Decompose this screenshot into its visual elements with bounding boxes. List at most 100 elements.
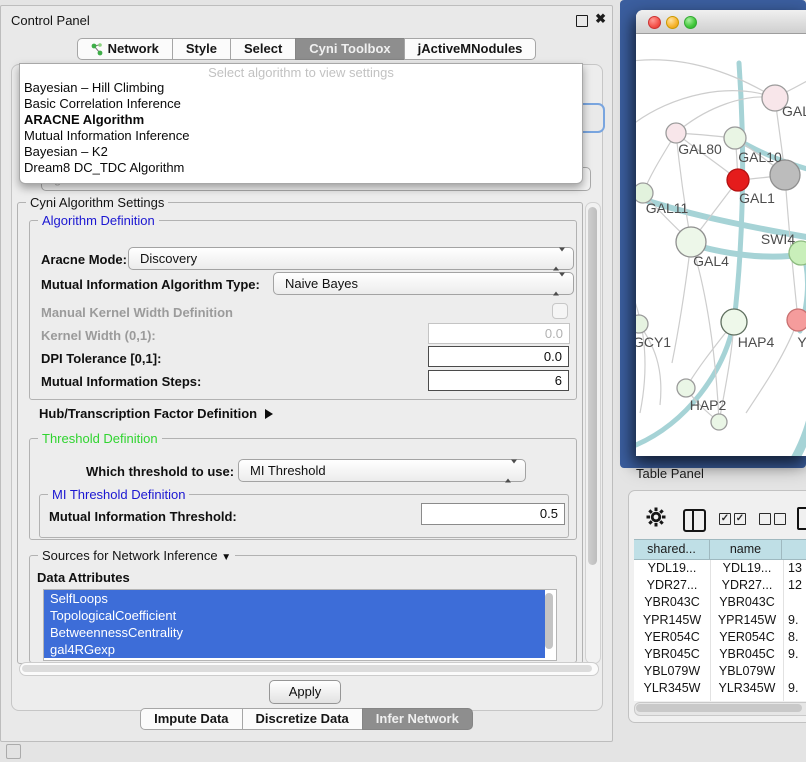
table-cell[interactable]: YER054C [634,629,711,646]
attribute-item-topologicalcoefficient[interactable]: TopologicalCoefficient [44,607,545,624]
table-cell[interactable]: YDR27... [711,577,784,594]
table-cell[interactable] [784,594,806,611]
collapsed-panel-icon[interactable] [6,744,21,759]
column-header-clipped[interactable] [781,539,806,560]
tab-select[interactable]: Select [230,38,296,60]
table-cell[interactable]: 12 [784,577,806,594]
which-threshold-combo[interactable]: MI Threshold [238,459,526,482]
mi-steps-field[interactable]: 6 [428,370,569,391]
dropdown-option-basic-correlation-inference[interactable]: Basic Correlation Inference [20,96,582,112]
settings-scrollbar[interactable] [585,202,601,664]
tab-jactivemnodules[interactable]: jActiveMNodules [404,38,537,60]
HAP4-node[interactable] [721,309,747,335]
float-panel-icon[interactable] [576,15,588,27]
close-panel-icon[interactable]: ✖ [595,11,606,27]
settings-scrollbar-thumb[interactable] [588,207,597,565]
GCY1-node[interactable] [636,315,648,333]
table-cell[interactable]: YBL079W [634,663,711,680]
table-cell[interactable]: 13 [784,560,806,577]
settings-gear-icon[interactable] [645,506,667,528]
tab-discretize-data[interactable]: Discretize Data [242,708,363,730]
close-window-icon[interactable] [648,16,661,29]
column-header-name[interactable]: name [709,539,782,560]
tab-infer-network[interactable]: Infer Network [362,708,473,730]
sources-legend[interactable]: Sources for Network Inference ▼ [38,548,235,563]
dropdown-option-bayesian-k2[interactable]: Bayesian – K2 [20,144,582,160]
table-row[interactable]: YLR345WYLR345W9. [634,680,806,697]
kernel-width-field[interactable]: 0.0 [428,323,570,344]
select-all-checkboxes-icon[interactable]: ✓ [719,513,731,525]
table-hscrollbar-thumb[interactable] [636,704,802,712]
table-cell[interactable]: 9. [784,612,806,629]
cyni-algorithm-settings-legend: Cyni Algorithm Settings [26,195,168,210]
attribute-item-gal4rgexp[interactable]: gal4RGexp [44,641,545,658]
tab-cyni-toolbox[interactable]: Cyni Toolbox [295,38,404,60]
table-cell[interactable]: YPR145W [634,612,711,629]
mi-algorithm-type-combo[interactable]: Naive Bayes [273,272,574,295]
table-cell[interactable]: YBR043C [634,594,711,611]
table-cell[interactable]: 9. [784,680,806,697]
apply-button[interactable]: Apply [269,680,341,704]
table-cell[interactable]: YBR045C [634,646,711,663]
table-cell[interactable] [784,663,806,680]
table-cell[interactable]: YDR27... [634,577,711,594]
dropdown-option-bayesian-hill-climbing[interactable]: Bayesian – Hill Climbing [20,80,582,96]
GAL10-node[interactable] [724,127,746,149]
dropdown-option-mutual-information-inference[interactable]: Mutual Information Inference [20,128,582,144]
dropdown-option-aracne-algorithm[interactable]: ARACNE Algorithm [20,112,582,128]
network-canvas[interactable]: GALGAL80GAL10GAL1GAL11GAL4SWI4GCY1HAP4YH… [636,33,806,456]
HAP2-node[interactable] [677,379,695,397]
table-row[interactable]: YBL079WYBL079W [634,663,806,680]
split-panel-icon[interactable] [683,509,706,532]
table-cell[interactable]: 9 [784,698,806,702]
table-cell[interactable]: YLR345W [634,680,711,697]
aracne-mode-combo[interactable]: Discovery [128,247,574,270]
table-row[interactable]: YPR145WYPR145W9. [634,612,806,629]
deselect-all-checkboxes-icon-2[interactable] [774,513,786,525]
zoom-window-icon[interactable] [684,16,697,29]
table-row[interactable]: YDR27...YDR27...12 [634,577,806,594]
table-cell[interactable]: YIL053C [711,698,784,702]
table-cell[interactable]: YBL079W [711,663,784,680]
tab-impute-data[interactable]: Impute Data [140,708,242,730]
table-row[interactable]: YBR045CYBR045C9. [634,646,806,663]
network-window-titlebar[interactable] [636,10,806,34]
attribute-item-selfloops[interactable]: SelfLoops [44,590,545,607]
table-cell[interactable]: YBR043C [711,594,784,611]
minimize-window-icon[interactable] [666,16,679,29]
table-cell[interactable]: YDL19... [711,560,784,577]
attribute-item-betweennesscentrality[interactable]: BetweennessCentrality [44,624,545,641]
dropdown-option-dream8-dc-tdc-algorithm[interactable]: Dream8 DC_TDC Algorithm [20,160,582,176]
tab-style[interactable]: Style [172,38,231,60]
GAL80-node[interactable] [666,123,686,143]
table-cell[interactable]: YER054C [711,629,784,646]
tab-network[interactable]: Network [77,38,173,60]
table-cell[interactable]: YLR345W [711,680,784,697]
settings-hscrollbar[interactable] [19,662,599,676]
document-icon[interactable] [797,507,806,530]
dpi-tolerance-field[interactable]: 0.0 [428,346,569,367]
table-cell[interactable]: 9. [784,646,806,663]
network-window[interactable]: GALGAL80GAL10GAL1GAL11GAL4SWI4GCY1HAP4YH… [636,10,806,456]
GAL1-node-red[interactable] [727,169,749,191]
table-row[interactable]: YIL053CYIL053C9 [634,698,806,702]
column-header-shared[interactable]: shared... [634,539,710,560]
hub-factor-expander[interactable]: Hub/Transcription Factor Definition [39,406,273,421]
deselect-all-checkboxes-icon[interactable] [759,513,771,525]
table-row[interactable]: YDL19...YDL19...13 [634,560,806,577]
table-row[interactable]: YBR043CYBR043C [634,594,806,611]
mi-threshold-field[interactable]: 0.5 [421,503,565,525]
table-hscrollbar[interactable] [634,702,806,716]
table-cell[interactable]: YDL19... [634,560,711,577]
table-cell[interactable]: YBR045C [711,646,784,663]
table-cell[interactable]: YIL053C [634,698,711,702]
table-row[interactable]: YER054CYER054C8. [634,629,806,646]
table-cell[interactable]: 8. [784,629,806,646]
select-all-checkboxes-icon-2[interactable]: ✓ [734,513,746,525]
small-node[interactable] [711,414,727,430]
table-cell[interactable]: YPR145W [711,612,784,629]
manual-kernel-width-checkbox[interactable] [552,303,568,319]
salmon-node[interactable] [787,309,806,331]
settings-hscrollbar-thumb[interactable] [22,665,592,672]
attr-list-scrollbar-thumb[interactable] [545,593,553,649]
